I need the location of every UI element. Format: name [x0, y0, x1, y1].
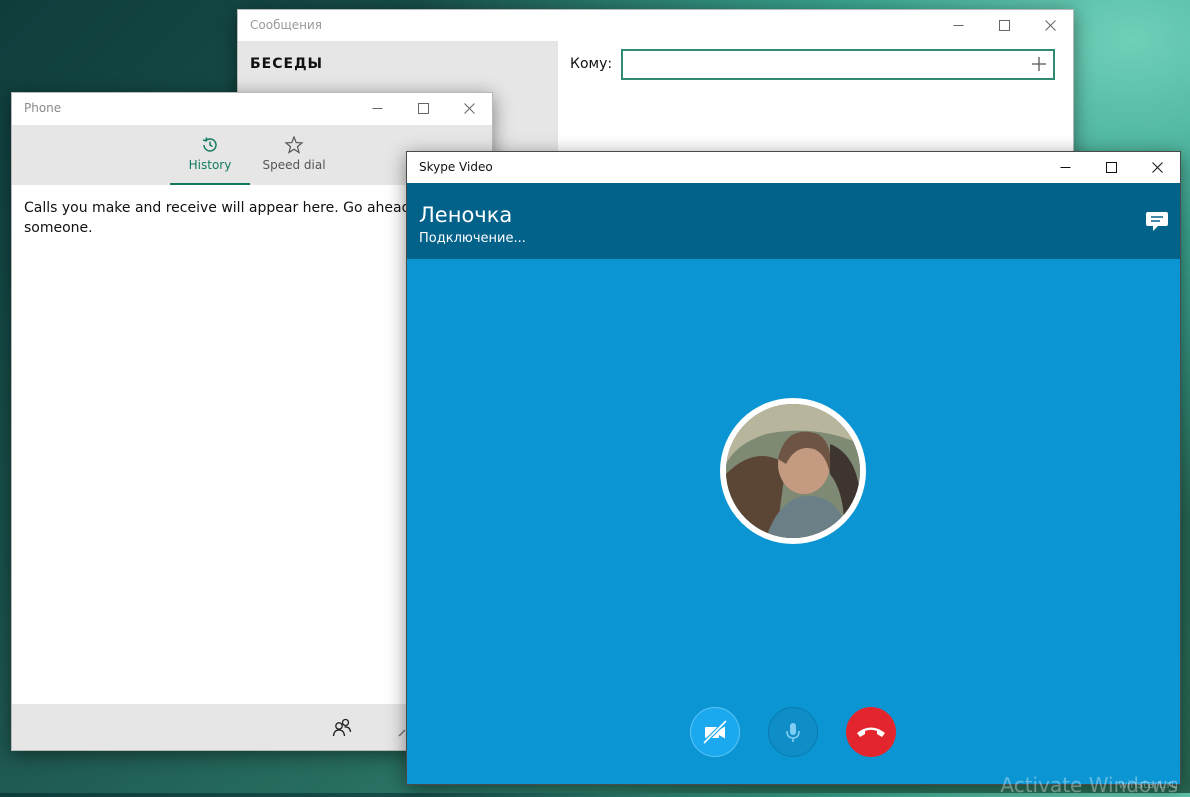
tab-history[interactable]: History	[170, 125, 250, 185]
skype-window-title: Skype Video	[419, 160, 493, 174]
maximize-button[interactable]	[981, 10, 1027, 40]
tab-speed-dial-label: Speed dial	[262, 158, 326, 172]
close-button[interactable]	[446, 93, 492, 123]
maximize-icon	[998, 19, 1010, 31]
close-icon	[1151, 162, 1163, 173]
minimize-icon	[953, 24, 963, 26]
close-button[interactable]	[1027, 10, 1073, 40]
close-button[interactable]	[1134, 152, 1180, 183]
minimize-button[interactable]	[1042, 152, 1088, 183]
maximize-icon	[1105, 162, 1117, 173]
close-icon	[1044, 19, 1056, 31]
contacts-button[interactable]	[330, 716, 354, 740]
mute-button[interactable]	[768, 707, 818, 757]
maximize-button[interactable]	[1088, 152, 1134, 183]
skype-video-window: Skype Video Леночка Подключение...	[406, 151, 1181, 785]
recipient-field[interactable]	[621, 49, 1055, 80]
contact-avatar	[720, 398, 866, 544]
avatar-portrait	[726, 404, 860, 538]
history-icon	[202, 137, 217, 152]
maximize-button[interactable]	[400, 93, 446, 123]
toggle-video-button[interactable]	[690, 707, 740, 757]
activation-watermark: Activate Windows	[1000, 773, 1178, 797]
contacts-icon	[332, 718, 352, 737]
tab-history-label: History	[188, 158, 232, 172]
call-header: Леночка Подключение...	[407, 183, 1180, 259]
chat-icon	[1146, 212, 1168, 231]
tab-speed-dial[interactable]: Speed dial	[254, 125, 334, 185]
chat-button[interactable]	[1144, 209, 1170, 235]
messages-titlebar[interactable]: Сообщения	[238, 10, 1073, 40]
contact-name: Леночка	[419, 203, 513, 227]
avatar-photo	[726, 404, 860, 538]
star-icon	[284, 135, 304, 154]
minimize-button[interactable]	[935, 10, 981, 40]
maximize-icon	[417, 102, 429, 114]
end-call-icon	[857, 727, 885, 737]
messages-window-title: Сообщения	[250, 18, 323, 32]
close-icon	[463, 102, 475, 114]
phone-titlebar[interactable]: Phone	[12, 93, 492, 123]
phone-window-title: Phone	[24, 101, 62, 115]
end-call-button[interactable]	[846, 707, 896, 757]
add-recipient-icon[interactable]	[1031, 56, 1047, 72]
microphone-icon	[786, 723, 800, 742]
minimize-icon	[1060, 167, 1070, 168]
camera-off-icon	[702, 719, 728, 745]
call-status: Подключение...	[419, 231, 526, 246]
minimize-button[interactable]	[354, 93, 400, 123]
conversations-heading: БЕСЕДЫ	[250, 56, 324, 72]
to-label: Кому:	[570, 56, 613, 72]
recipient-input[interactable]	[629, 51, 1023, 79]
skype-titlebar[interactable]: Skype Video	[407, 152, 1180, 183]
minimize-icon	[372, 107, 382, 109]
